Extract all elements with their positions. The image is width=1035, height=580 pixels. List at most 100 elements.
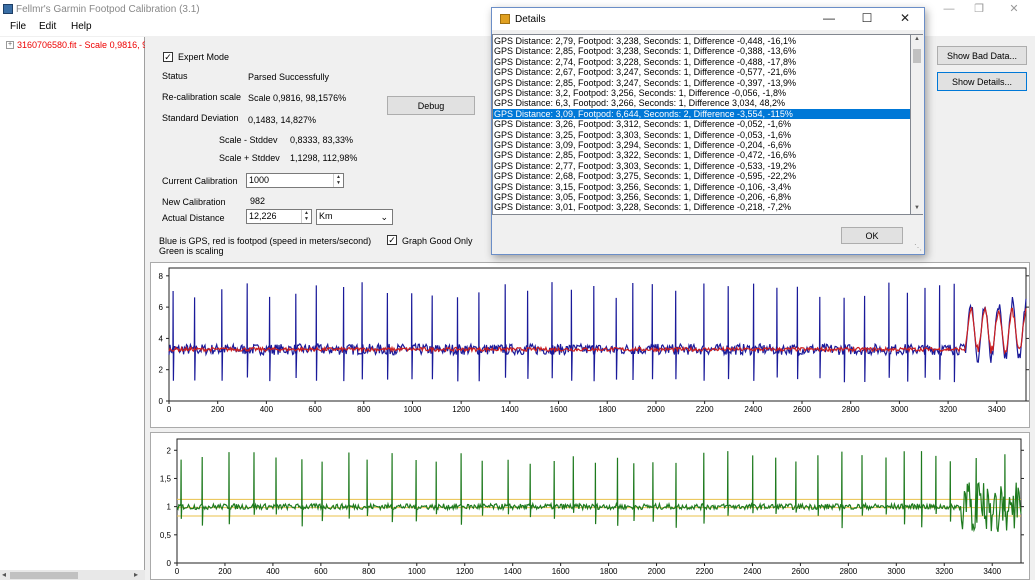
- x-tick-label: 2800: [842, 405, 860, 414]
- standard-deviation-label: Standard Deviation: [162, 113, 239, 123]
- details-list-item[interactable]: GPS Distance: 2,85, Footpod: 3,322, Seco…: [493, 150, 910, 160]
- details-icon: [500, 14, 510, 24]
- details-list-item[interactable]: GPS Distance: 3,05, Footpod: 3,256, Seco…: [493, 192, 910, 202]
- details-list-item[interactable]: GPS Distance: 3,09, Footpod: 6,644, Seco…: [493, 108, 910, 119]
- x-tick-label: 1600: [552, 567, 570, 576]
- details-list-item[interactable]: GPS Distance: 2,85, Footpod: 3,238, Seco…: [493, 46, 910, 56]
- y-tick-label: 2: [159, 366, 164, 375]
- current-calibration-stepper[interactable]: 1000 ▲ ▼: [246, 173, 344, 188]
- x-tick-label: 2200: [696, 405, 714, 414]
- y-tick-label: 4: [159, 334, 164, 343]
- y-tick-label: 8: [159, 272, 164, 281]
- app-icon: [3, 4, 13, 14]
- debug-button[interactable]: Debug: [387, 96, 475, 115]
- x-tick-label: 400: [260, 405, 274, 414]
- y-tick-label: 2: [167, 446, 172, 455]
- status-label: Status: [162, 71, 188, 81]
- expert-mode-label: Expert Mode: [178, 52, 230, 62]
- spin-arrows-icon[interactable]: ▲ ▼: [333, 174, 343, 187]
- dialog-minimize-icon[interactable]: —: [814, 10, 844, 28]
- scroll-down-icon[interactable]: ▼: [911, 205, 923, 211]
- current-calibration-label: Current Calibration: [162, 176, 238, 186]
- scroll-right-icon[interactable]: ▸: [134, 570, 138, 579]
- x-tick-label: 2200: [696, 567, 714, 576]
- distance-unit-value: Km: [319, 211, 333, 221]
- actual-distance-stepper[interactable]: 12,226 ▲ ▼: [246, 209, 312, 224]
- details-list-item[interactable]: GPS Distance: 3,09, Footpod: 3,294, Seco…: [493, 140, 910, 150]
- x-tick-label: 0: [167, 405, 172, 414]
- resize-grip-icon[interactable]: ⋱: [914, 243, 922, 252]
- menu-file[interactable]: File: [10, 21, 26, 32]
- ok-button[interactable]: OK: [841, 227, 903, 244]
- graph-good-only-label: Graph Good Only: [402, 236, 473, 246]
- y-tick-label: 6: [159, 303, 164, 312]
- x-tick-label: 2400: [744, 405, 762, 414]
- chevron-down-icon: ⌄: [380, 212, 388, 222]
- expand-icon[interactable]: +: [6, 41, 14, 49]
- x-tick-label: 1000: [408, 567, 426, 576]
- details-list-item[interactable]: GPS Distance: 2,74, Footpod: 3,228, Seco…: [493, 57, 910, 67]
- x-tick-label: 2800: [839, 567, 857, 576]
- graph-good-only-checkbox[interactable]: ✓: [387, 235, 397, 245]
- tree-horizontal-scrollbar[interactable]: ◂ ▸: [0, 570, 145, 580]
- scroll-thumb[interactable]: [10, 572, 78, 579]
- dialog-title-bar: Details — ☐ ✕: [492, 8, 924, 30]
- x-tick-label: 1000: [404, 405, 422, 414]
- distance-unit-select[interactable]: Km ⌄: [316, 209, 393, 225]
- x-tick-label: 3200: [939, 405, 957, 414]
- x-tick-label: 1200: [456, 567, 474, 576]
- expert-mode-checkbox[interactable]: ✓: [163, 52, 173, 62]
- dialog-title: Details: [515, 14, 546, 25]
- x-tick-label: 2000: [648, 567, 666, 576]
- x-tick-label: 600: [314, 567, 328, 576]
- x-tick-label: 1400: [501, 405, 519, 414]
- x-tick-label: 1600: [550, 405, 568, 414]
- show-details-button[interactable]: Show Details...: [937, 72, 1027, 91]
- x-tick-label: 800: [357, 405, 371, 414]
- scroll-thumb[interactable]: [913, 49, 921, 63]
- details-list-item[interactable]: GPS Distance: 3,25, Footpod: 3,303, Seco…: [493, 130, 910, 140]
- dialog-maximize-icon[interactable]: ☐: [852, 10, 882, 28]
- x-tick-label: 3400: [983, 567, 1001, 576]
- x-tick-label: 3000: [890, 405, 908, 414]
- scroll-left-icon[interactable]: ◂: [2, 570, 6, 579]
- graph-legend-line-1: Blue is GPS, red is footpod (speed in me…: [159, 236, 372, 246]
- details-list-item[interactable]: GPS Distance: 3,26, Footpod: 3,312, Seco…: [493, 119, 910, 129]
- details-list-item[interactable]: GPS Distance: 3,2, Footpod: 3,256, Secon…: [493, 88, 910, 98]
- details-list-item[interactable]: GPS Distance: 3,01, Footpod: 3,228, Seco…: [493, 202, 910, 212]
- spin-arrows-icon[interactable]: ▲ ▼: [301, 210, 311, 223]
- dialog-close-icon[interactable]: ✕: [890, 10, 920, 28]
- x-tick-label: 0: [175, 567, 180, 576]
- x-tick-label: 3000: [887, 567, 905, 576]
- details-list-item[interactable]: GPS Distance: 3,15, Footpod: 3,256, Seco…: [493, 182, 910, 192]
- file-tree: + 3160706580.fit - Scale 0,9816, 98,1576…: [0, 37, 145, 580]
- details-list[interactable]: GPS Distance: 2,79, Footpod: 3,238, Seco…: [492, 34, 911, 215]
- y-tick-label: 1,5: [160, 474, 172, 483]
- details-list-item[interactable]: GPS Distance: 2,77, Footpod: 3,303, Seco…: [493, 161, 910, 171]
- standard-deviation-value: 0,1483, 14,827%: [248, 115, 317, 125]
- actual-distance-label: Actual Distance: [162, 213, 225, 223]
- tree-item-file[interactable]: 3160706580.fit - Scale 0,9816, 98,1576%: [17, 40, 145, 50]
- details-list-item[interactable]: GPS Distance: 6,3, Footpod: 3,266, Secon…: [493, 98, 910, 108]
- current-calibration-value: 1000: [249, 175, 270, 185]
- details-list-item[interactable]: GPS Distance: 2,67, Footpod: 3,247, Seco…: [493, 67, 910, 77]
- window-title: Fellmr's Garmin Footpod Calibration (3.1…: [16, 4, 200, 15]
- close-icon[interactable]: ✕: [1000, 0, 1028, 19]
- x-tick-label: 1800: [600, 567, 618, 576]
- minimize-icon[interactable]: —: [935, 0, 963, 19]
- menu-edit[interactable]: Edit: [39, 21, 56, 32]
- recalibration-scale-label: Re-calibration scale: [162, 92, 242, 102]
- y-tick-label: 0,5: [160, 531, 172, 540]
- details-vertical-scrollbar[interactable]: ▲ ▼: [911, 34, 923, 215]
- details-dialog: Details — ☐ ✕ GPS Distance: 2,79, Footpo…: [491, 7, 925, 255]
- x-tick-label: 2000: [647, 405, 665, 414]
- menu-help[interactable]: Help: [71, 21, 92, 32]
- x-tick-label: 2600: [792, 567, 810, 576]
- restore-icon[interactable]: ❐: [965, 0, 993, 19]
- show-bad-data-button[interactable]: Show Bad Data...: [937, 46, 1027, 65]
- x-tick-label: 1200: [452, 405, 470, 414]
- details-list-item[interactable]: GPS Distance: 2,68, Footpod: 3,275, Seco…: [493, 171, 910, 181]
- scroll-up-icon[interactable]: ▲: [911, 36, 923, 42]
- details-list-item[interactable]: GPS Distance: 2,85, Footpod: 3,247, Seco…: [493, 78, 910, 88]
- details-list-item[interactable]: GPS Distance: 2,79, Footpod: 3,238, Seco…: [493, 36, 910, 46]
